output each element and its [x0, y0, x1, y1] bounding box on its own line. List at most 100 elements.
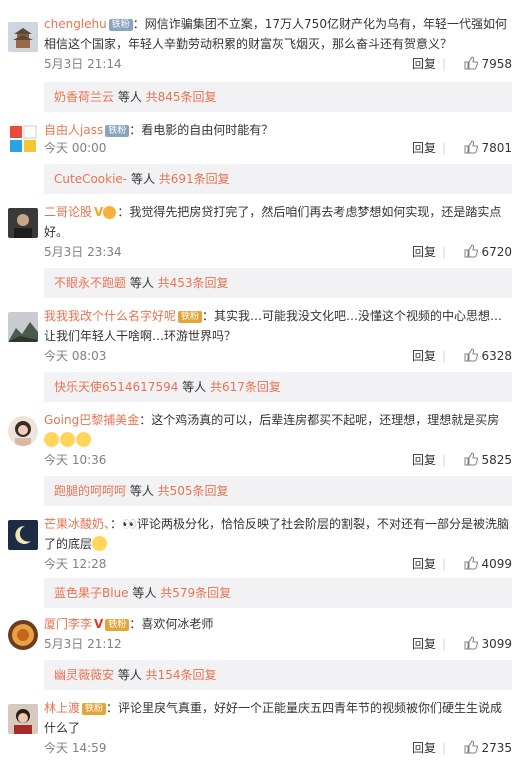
- username[interactable]: 厦门李李: [44, 617, 92, 631]
- username[interactable]: Going巴黎捕美金: [44, 413, 139, 427]
- fan-badge: 铁粉: [105, 125, 130, 137]
- comment-text: chenglehu 铁粉 ：网信诈骗集团不立案，17万人750亿财产化为乌有，年轻一…: [44, 17, 507, 51]
- fan-badge: 铁粉: [178, 311, 203, 323]
- sub-reply-mid: 等人: [128, 586, 161, 600]
- verified-v-icon: V: [94, 205, 104, 219]
- thumbs-up-icon: [464, 348, 479, 362]
- avatar[interactable]: [8, 620, 38, 650]
- like-button[interactable]: 5825: [464, 452, 512, 468]
- reply-button[interactable]: 回复: [412, 452, 436, 468]
- comment-text: 厦门李李 V 铁粉 ：喜欢何冰老师: [44, 617, 214, 631]
- sub-reply-mid: 等人: [127, 172, 159, 186]
- sub-replies-bar[interactable]: 快乐天使6514617594 等人 共617条回复: [44, 372, 512, 402]
- sub-replies-bar[interactable]: 不眼永不跑题 等人 共453条回复: [44, 268, 512, 298]
- like-button[interactable]: 2735: [464, 740, 512, 756]
- sub-reply-count[interactable]: 共154条回复: [146, 668, 217, 682]
- thumbs-up-icon: [464, 56, 479, 70]
- divider: |: [441, 245, 446, 259]
- temple-avatar-icon: [8, 22, 38, 52]
- like-button[interactable]: 3099: [464, 636, 512, 652]
- timestamp: 5月3日 21:14: [44, 57, 122, 71]
- sub-reply-user[interactable]: CuteCookie-: [44, 172, 127, 186]
- username[interactable]: chenglehu: [44, 17, 107, 31]
- like-button[interactable]: 7958: [464, 56, 512, 72]
- comment-text: 芒果冰酸奶、：👀评论两极分化，恰恰反映了社会阶层的割裂，不对还有一部分是被洗脑了…: [44, 517, 509, 551]
- thumbs-up-icon: [464, 140, 479, 154]
- username[interactable]: 芒果冰酸奶、: [44, 517, 110, 531]
- avatar[interactable]: [8, 312, 38, 342]
- like-count: 6328: [481, 349, 512, 363]
- grid-avatar-icon: [8, 124, 38, 154]
- comment-text: 林上渡 铁粉 ：评论里戾气真重，好好一个正能量庆五四青年节的视频被你们硬生生说成什么…: [44, 701, 503, 735]
- portrait-avatar-icon: [8, 416, 38, 446]
- comment-body: 喜欢何冰老师: [141, 617, 214, 631]
- comment-meta: 5月3日 23:34 回复 | 6720: [44, 244, 512, 260]
- divider: |: [441, 453, 446, 467]
- divider: |: [441, 741, 446, 755]
- thumbs-up-icon: [464, 244, 479, 258]
- like-count: 7801: [481, 141, 512, 155]
- reply-button[interactable]: 回复: [412, 348, 436, 364]
- username[interactable]: 林上渡: [44, 701, 80, 715]
- reply-button[interactable]: 回复: [412, 556, 436, 572]
- avatar[interactable]: [8, 22, 38, 52]
- reply-button[interactable]: 回复: [412, 244, 436, 260]
- timestamp: 今天 10:36: [44, 453, 107, 467]
- sub-reply-user[interactable]: 快乐天使6514617594: [44, 380, 178, 394]
- sub-replies-bar[interactable]: 跑腿的呵呵呵 等人 共505条回复: [44, 476, 512, 506]
- divider: |: [441, 57, 446, 71]
- avatar[interactable]: [8, 704, 38, 734]
- sub-reply-mid: 等人: [126, 484, 158, 498]
- sub-reply-user[interactable]: 不眼永不跑题: [44, 276, 126, 290]
- fan-badge: 铁粉: [108, 19, 133, 31]
- timestamp: 5月3日 23:34: [44, 245, 122, 259]
- like-count: 2735: [481, 741, 512, 755]
- avatar[interactable]: [8, 520, 38, 550]
- like-count: 7958: [481, 57, 512, 71]
- sub-replies-bar[interactable]: 幽灵薇薇安 等人 共154条回复: [44, 660, 512, 690]
- reply-button[interactable]: 回复: [412, 140, 436, 156]
- sub-reply-count[interactable]: 共617条回复: [210, 380, 281, 394]
- timestamp: 今天 00:00: [44, 141, 107, 155]
- sub-reply-count[interactable]: 共505条回复: [158, 484, 229, 498]
- comment-meta: 今天 08:03 回复 | 6328: [44, 348, 512, 364]
- sub-reply-mid: 等人: [126, 276, 158, 290]
- comment-meta: 今天 10:36 回复 | 5825: [44, 452, 512, 468]
- fan-badge: 铁粉: [82, 703, 107, 715]
- sub-reply-user[interactable]: 跑腿的呵呵呵: [44, 484, 126, 498]
- fan-badge: 铁粉: [105, 619, 130, 631]
- sub-replies-bar[interactable]: 奶香荷兰云 等人 共845条回复: [44, 82, 512, 112]
- portrait-avatar-icon: [8, 704, 38, 734]
- sub-reply-count[interactable]: 共579条回复: [160, 586, 231, 600]
- sub-replies-bar[interactable]: 蓝色果子Blue 等人 共579条回复: [44, 578, 512, 608]
- username[interactable]: 自由人jass: [44, 123, 103, 137]
- username[interactable]: 二哥论股: [44, 205, 92, 219]
- divider: |: [441, 349, 446, 363]
- avatar[interactable]: [8, 124, 38, 154]
- like-count: 5825: [481, 453, 512, 467]
- reply-button[interactable]: 回复: [412, 740, 436, 756]
- like-count: 4099: [481, 557, 512, 571]
- sub-reply-count[interactable]: 共691条回复: [159, 172, 230, 186]
- username[interactable]: 我我我改个什么名字好呢: [44, 309, 176, 323]
- reply-button[interactable]: 回复: [412, 56, 436, 72]
- verified-v-icon: V: [94, 617, 104, 631]
- thumbs-up-icon: [464, 452, 479, 466]
- avatar[interactable]: [8, 208, 38, 238]
- avatar[interactable]: [8, 416, 38, 446]
- sub-reply-user[interactable]: 奶香荷兰云: [44, 90, 114, 104]
- sub-replies-bar[interactable]: CuteCookie- 等人 共691条回复: [44, 164, 512, 194]
- sub-reply-user[interactable]: 蓝色果子Blue: [44, 586, 129, 600]
- reply-button[interactable]: 回复: [412, 636, 436, 652]
- sub-reply-count[interactable]: 共845条回复: [146, 90, 217, 104]
- food-avatar-icon: [8, 620, 38, 650]
- comment-body: 评论里戾气真重，好好一个正能量庆五四青年节的视频被你们硬生生说成什么了: [44, 701, 503, 735]
- divider: |: [441, 141, 446, 155]
- sub-reply-count[interactable]: 共453条回复: [158, 276, 229, 290]
- like-button[interactable]: 4099: [464, 556, 512, 572]
- sub-reply-user[interactable]: 幽灵薇薇安: [44, 668, 114, 682]
- like-button[interactable]: 7801: [464, 140, 512, 156]
- like-button[interactable]: 6328: [464, 348, 512, 364]
- like-button[interactable]: 6720: [464, 244, 512, 260]
- comment-text: 自由人jass 铁粉 ：看电影的自由何时能有？: [44, 123, 274, 137]
